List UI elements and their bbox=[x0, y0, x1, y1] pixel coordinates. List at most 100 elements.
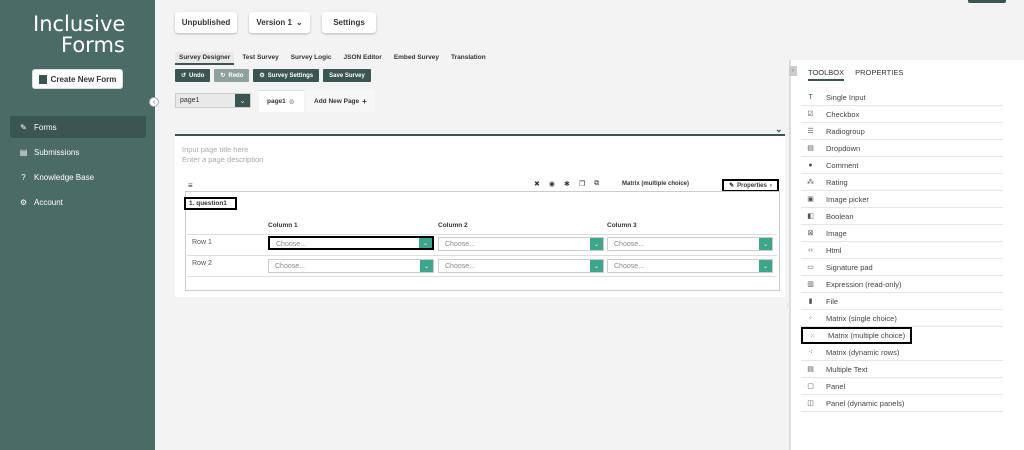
redo-label: Redo bbox=[228, 72, 244, 79]
delete-icon[interactable]: ✖ bbox=[534, 180, 540, 188]
toolbox-item-label: Comment bbox=[826, 160, 859, 170]
matrix-cell-select[interactable]: Choose... ⌄ bbox=[268, 259, 434, 273]
toolbox-item-icon: ⁘ bbox=[807, 315, 814, 322]
tab-toolbox[interactable]: TOOLBOX bbox=[808, 68, 845, 81]
sidebar: Inclusive Forms Create New Form ✎ Forms … bbox=[0, 0, 155, 450]
toolbox-item-icon: ▥ bbox=[807, 281, 814, 288]
page-tab-label: page1 bbox=[267, 98, 286, 105]
page-title-input[interactable]: Input page title here bbox=[182, 145, 248, 154]
chevron-down-icon: ⌄ bbox=[590, 238, 603, 250]
eye-icon[interactable]: ◉ bbox=[549, 180, 555, 188]
matrix-cell-select[interactable]: Choose... ⌄ bbox=[438, 259, 604, 273]
sidebar-item-label: Forms bbox=[34, 122, 57, 132]
matrix-cell-select[interactable]: Choose... ⌄ bbox=[607, 237, 773, 251]
help-circle-icon: ? bbox=[21, 172, 26, 182]
select-value: Choose... bbox=[445, 241, 475, 248]
new-document-icon bbox=[38, 74, 47, 84]
divider bbox=[187, 255, 777, 256]
toolbox-item-label: Rating bbox=[826, 177, 848, 187]
version-dropdown[interactable]: Version 1 ⌄ bbox=[249, 12, 310, 33]
page-select-value: page1 bbox=[180, 97, 200, 104]
question-title[interactable]: 1. question1 bbox=[184, 197, 237, 210]
sidebar-item-knowledge-base[interactable]: ? Knowledge Base bbox=[10, 166, 146, 188]
toolbox-item[interactable]: ◧ Boolean bbox=[801, 208, 1003, 225]
toolbox-item[interactable]: ⁖ Matrix (dynamic rows) bbox=[801, 344, 1003, 361]
tab-survey-logic[interactable]: Survey Logic bbox=[287, 52, 336, 65]
toolbox-item-label: File bbox=[826, 296, 839, 306]
page-tab-page1[interactable]: page1 ⚙ bbox=[259, 90, 304, 112]
toolbox-item[interactable]: ▤ Dropdown bbox=[801, 140, 1003, 157]
tab-test-survey[interactable]: Test Survey bbox=[238, 52, 282, 65]
sidebar-item-account[interactable]: ⚙ Account bbox=[10, 191, 146, 213]
chevron-down-icon: ⌄ bbox=[420, 260, 433, 272]
toolbox-item[interactable]: T Single Input bbox=[801, 89, 1003, 106]
add-to-toolbox-icon[interactable]: ⧉ bbox=[594, 180, 599, 188]
question-type-label[interactable]: Matrix (multiple choice) bbox=[622, 181, 689, 187]
chevron-left-icon: ‹ bbox=[152, 98, 156, 106]
tab-properties[interactable]: PROPERTIES bbox=[855, 68, 903, 81]
copy-icon[interactable]: ❐ bbox=[579, 180, 585, 188]
gear-icon: ⚙ bbox=[259, 73, 265, 79]
sidebar-item-forms[interactable]: ✎ Forms bbox=[10, 116, 146, 138]
toolbox-item[interactable]: ▭ Signature pad bbox=[801, 259, 1003, 276]
toolbox-item[interactable]: ⁘ Matrix (single choice) bbox=[801, 310, 1003, 327]
sidebar-item-submissions[interactable]: ▤ Submissions bbox=[10, 141, 146, 163]
matrix-column-header: Column 2 bbox=[438, 222, 468, 229]
toolbox-item[interactable]: ⁂ Rating bbox=[801, 174, 1003, 191]
toolbox-item[interactable]: ☑ Checkbox bbox=[801, 106, 1003, 123]
matrix-cell-select[interactable]: Choose... ⌄ bbox=[607, 259, 773, 273]
panel-toggle-icon[interactable]: › bbox=[789, 66, 797, 76]
toolbox-item-label: Multiple Text bbox=[826, 364, 868, 374]
tab-json-editor[interactable]: JSON Editor bbox=[340, 52, 386, 65]
page-select[interactable]: page1 ⌄ bbox=[175, 93, 251, 108]
save-survey-button[interactable]: Save Survey bbox=[323, 69, 371, 82]
matrix-column-header: Column 1 bbox=[268, 222, 298, 229]
toolbox-item[interactable]: ⁙ Matrix (multiple choice) bbox=[801, 327, 912, 344]
toolbox-item[interactable]: ☰ Radiogroup bbox=[801, 123, 1003, 140]
toolbox-item-label: Single Input bbox=[826, 92, 866, 102]
toolbox-item-icon: ▢ bbox=[807, 383, 814, 390]
unpublished-button[interactable]: Unpublished bbox=[175, 12, 237, 33]
sidebar-item-label: Knowledge Base bbox=[34, 172, 95, 182]
divider bbox=[187, 234, 777, 235]
toolbox-item[interactable]: ● Comment bbox=[801, 157, 1003, 174]
toolbox-item[interactable]: ▣ Image picker bbox=[801, 191, 1003, 208]
matrix-row-label: Row 1 bbox=[192, 239, 212, 246]
app-logo[interactable]: Inclusive Forms bbox=[33, 14, 125, 56]
toolbox-item-icon: ▣ bbox=[807, 196, 814, 203]
tab-survey-designer[interactable]: Survey Designer bbox=[175, 52, 235, 65]
survey-settings-button[interactable]: ⚙ Survey Settings bbox=[253, 69, 320, 82]
tab-embed-survey[interactable]: Embed Survey bbox=[390, 52, 443, 65]
toolbox-item[interactable]: ▮ File bbox=[801, 293, 1003, 310]
toolbox-item[interactable]: ◫ Panel (dynamic panels) bbox=[801, 395, 1003, 412]
tab-translation[interactable]: Translation bbox=[447, 52, 490, 65]
toolbox-item-label: Checkbox bbox=[826, 109, 860, 119]
matrix-cell-select[interactable]: Choose... ⌄ bbox=[268, 236, 434, 250]
chevron-down-icon: ⌄ bbox=[235, 94, 250, 107]
undo-button[interactable]: ↺ Undo bbox=[175, 69, 211, 82]
create-new-form-button[interactable]: Create New Form bbox=[32, 69, 123, 89]
page-settings-icon[interactable]: ⚙ bbox=[289, 98, 295, 106]
toolbox-item[interactable]: ▢ Panel bbox=[801, 378, 1003, 395]
toolbox-item[interactable]: ⊠ Image bbox=[801, 225, 1003, 242]
toolbox-item-icon: ◫ bbox=[807, 400, 814, 407]
version-label: Version 1 bbox=[256, 18, 292, 27]
add-new-page-button[interactable]: Add New Page + bbox=[306, 90, 375, 112]
undo-label: Undo bbox=[189, 72, 205, 79]
matrix-cell-select[interactable]: Choose... ⌄ bbox=[438, 237, 604, 251]
toolbox-item-label: Radiogroup bbox=[826, 126, 865, 136]
sidebar-collapse-button[interactable]: ‹ bbox=[149, 97, 159, 107]
chevron-right-icon: › bbox=[769, 182, 772, 189]
toolbox-item[interactable]: ▥ Expression (read-only) bbox=[801, 276, 1003, 293]
settings-button[interactable]: Settings bbox=[322, 12, 376, 33]
properties-label: Properties bbox=[737, 182, 767, 189]
redo-button[interactable]: ↻ Redo bbox=[214, 69, 250, 82]
page-description-input[interactable]: Enter a page description bbox=[182, 155, 263, 164]
required-icon[interactable]: ✱ bbox=[564, 180, 570, 188]
top-right-tab[interactable] bbox=[968, 0, 1006, 3]
toolbox-item[interactable]: ‹› Html bbox=[801, 242, 1003, 259]
toolbox-item-icon: ‹› bbox=[808, 246, 813, 254]
drag-handle-icon[interactable]: ≡ bbox=[188, 181, 193, 190]
toolbox-item-label: Panel bbox=[826, 381, 846, 391]
toolbox-item[interactable]: ▤ Multiple Text bbox=[801, 361, 1003, 378]
